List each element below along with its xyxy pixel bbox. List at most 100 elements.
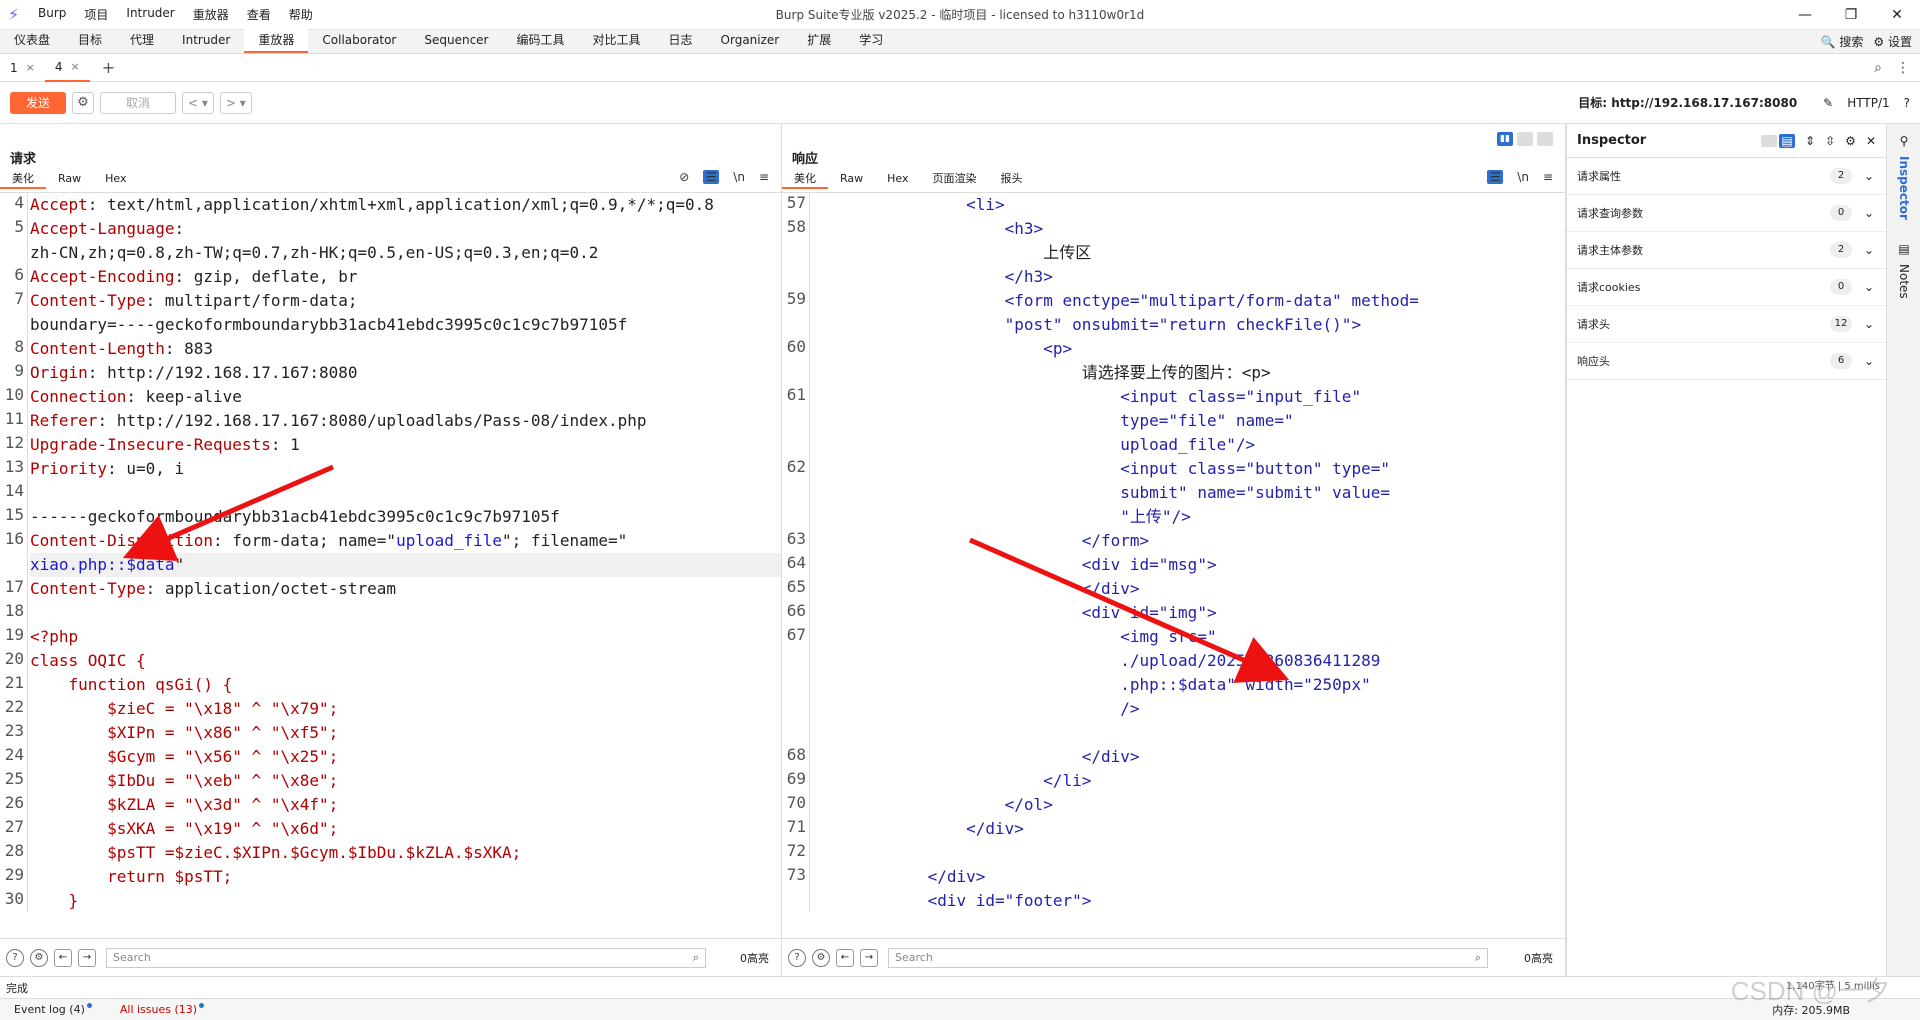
response-line: "post" onsubmit="return checkFile()">: [812, 315, 1362, 334]
pretty-toggle-icon[interactable]: ☰: [1487, 170, 1504, 184]
inspector-section-request-headers[interactable]: 请求头 12 ⌄: [1567, 306, 1886, 343]
menu-help[interactable]: 帮助: [289, 6, 313, 23]
response-line: type="file" name=": [812, 411, 1294, 430]
tab-raw[interactable]: Raw: [828, 169, 875, 189]
menu-project[interactable]: 项目: [84, 6, 108, 23]
notes-strip-tab[interactable]: Notes: [1897, 264, 1911, 299]
prev-match-icon[interactable]: ←: [54, 948, 72, 967]
next-match-icon[interactable]: →: [78, 948, 96, 967]
minimize-button[interactable]: —: [1782, 0, 1828, 30]
tab-pretty[interactable]: 美化: [0, 169, 46, 189]
more-options-icon[interactable]: ⋮: [1896, 60, 1910, 76]
search-input[interactable]: Search ⌕: [888, 947, 1488, 968]
notes-strip-icon[interactable]: ▤: [1887, 242, 1920, 256]
tab-logger[interactable]: 日志: [655, 29, 707, 53]
request-code[interactable]: Accept: text/html,application/xhtml+xml,…: [30, 193, 781, 912]
tab-repeater[interactable]: 重放器: [244, 29, 309, 53]
gear-icon[interactable]: ⚙: [812, 948, 830, 967]
inspector-title: Inspector: [1577, 133, 1647, 148]
section-label: 请求cookies: [1577, 281, 1641, 294]
tab-collaborator[interactable]: Collaborator: [308, 29, 410, 53]
wrap-toggle[interactable]: \n: [1517, 170, 1529, 184]
grid-view-icon[interactable]: ▤: [1779, 133, 1796, 148]
inspector-section-query-params[interactable]: 请求查询参数 0 ⌄: [1567, 195, 1886, 232]
help-icon[interactable]: ?: [788, 948, 806, 967]
tab-hex[interactable]: Hex: [93, 169, 138, 189]
layout-split-icon[interactable]: ▮▮: [1497, 132, 1513, 146]
gear-icon[interactable]: ⚙: [72, 91, 94, 114]
tab-raw[interactable]: Raw: [46, 169, 93, 189]
editor-menu-icon[interactable]: ≡: [759, 170, 769, 184]
edit-target-icon[interactable]: ✎: [1823, 96, 1833, 110]
event-log-link[interactable]: Event log (4): [14, 1003, 92, 1016]
tab-organizer[interactable]: Organizer: [707, 29, 794, 53]
line-number: 29: [4, 865, 24, 884]
header-value: : form-data; name=": [213, 531, 397, 550]
search-icon[interactable]: ⌕: [1874, 60, 1882, 76]
line-number: 25: [4, 769, 24, 788]
tab-pretty[interactable]: 美化: [782, 169, 828, 189]
gear-icon[interactable]: ⚙: [30, 948, 48, 967]
response-code[interactable]: <li> <h3> 上传区 </h3> <form enctype="multi…: [812, 193, 1565, 912]
inspector-section-cookies[interactable]: 请求cookies 0 ⌄: [1567, 269, 1886, 306]
tab-intruder[interactable]: Intruder: [168, 29, 244, 53]
tab-proxy[interactable]: 代理: [116, 29, 168, 53]
prev-match-icon[interactable]: ←: [836, 948, 854, 967]
inspector-section-request-attributes[interactable]: 请求属性 2 ⌄: [1567, 158, 1886, 195]
help-icon[interactable]: ?: [6, 948, 24, 967]
history-back-button[interactable]: < ▾: [182, 91, 214, 114]
send-button[interactable]: 发送: [10, 91, 66, 114]
request-editor[interactable]: 4 5 6 7 8 9 10 11 12 13 14 15 16 17 18 19 20 21 22 23 24 25 26…: [0, 192, 781, 912]
menu-repeater[interactable]: 重放器: [193, 6, 229, 23]
add-tab-button[interactable]: +: [102, 58, 115, 77]
tab-dashboard[interactable]: 仪表盘: [0, 29, 64, 53]
pretty-toggle-icon[interactable]: ☰: [703, 170, 720, 184]
maximize-button[interactable]: ❐: [1828, 0, 1874, 30]
tab-extensions[interactable]: 扩展: [793, 29, 845, 53]
global-settings-button[interactable]: ⚙ 设置: [1873, 33, 1912, 50]
tab-comparer[interactable]: 对比工具: [579, 29, 655, 53]
layout-single-icon[interactable]: [1537, 132, 1553, 146]
history-forward-button[interactable]: > ▾: [219, 91, 252, 114]
header-name: Accept-Language: [30, 219, 175, 238]
repeater-tab-1[interactable]: 1 ×: [0, 54, 45, 82]
search-input[interactable]: Search ⌕: [106, 947, 706, 968]
tab-learn[interactable]: 学习: [845, 29, 897, 53]
list-view-icon[interactable]: [1761, 134, 1778, 147]
hide-nonprintable-icon[interactable]: ⊘: [679, 170, 689, 184]
layout-horizontal-icon[interactable]: [1517, 132, 1533, 146]
tab-decoder[interactable]: 编码工具: [502, 29, 578, 53]
inspector-section-body-params[interactable]: 请求主体参数 2 ⌄: [1567, 232, 1886, 269]
next-match-icon[interactable]: →: [860, 948, 878, 967]
close-icon[interactable]: ✕: [1866, 134, 1876, 148]
global-search-button[interactable]: 🔍 搜索: [1821, 33, 1864, 50]
repeater-tab-4[interactable]: 4 ×: [44, 53, 90, 82]
expand-all-icon[interactable]: ⇕: [1805, 134, 1815, 148]
close-tab-icon[interactable]: ×: [26, 54, 35, 82]
event-bar: Event log (4) All issues (13) 内存: 205.9M…: [0, 998, 1920, 1020]
editor-menu-icon[interactable]: ≡: [1543, 170, 1553, 184]
inspector-strip-icon[interactable]: ⚲: [1887, 134, 1920, 148]
help-icon[interactable]: ?: [1904, 96, 1910, 110]
menu-burp[interactable]: Burp: [38, 6, 66, 23]
response-editor[interactable]: 57 58 59 60 61 62 63 64 65 66 67 68 69 70 71 72 73 <li> …: [782, 192, 1565, 912]
request-line: Content-Type: multipart/form-data;: [30, 289, 781, 313]
close-tab-icon[interactable]: ×: [71, 53, 80, 81]
tab-sequencer[interactable]: Sequencer: [410, 29, 502, 53]
menu-intruder[interactable]: Intruder: [126, 6, 174, 23]
all-issues-link[interactable]: All issues (13): [120, 1003, 205, 1016]
tab-target[interactable]: 目标: [64, 29, 116, 53]
collapse-all-icon[interactable]: ⇳: [1825, 134, 1835, 148]
http-version-select[interactable]: HTTP/1: [1847, 96, 1889, 110]
wrap-toggle[interactable]: \n: [733, 170, 745, 184]
inspector-section-response-headers[interactable]: 响应头 6 ⌄: [1567, 343, 1886, 380]
tab-hex[interactable]: Hex: [875, 169, 920, 189]
cancel-button[interactable]: 取消: [100, 91, 176, 114]
close-window-button[interactable]: ✕: [1874, 0, 1920, 30]
inspector-strip-tab[interactable]: Inspector: [1897, 156, 1911, 220]
tab-headers[interactable]: 报头: [989, 169, 1035, 189]
gear-icon[interactable]: ⚙: [1845, 134, 1856, 148]
line-number: 11: [4, 409, 24, 428]
menu-view[interactable]: 查看: [247, 6, 271, 23]
tab-render[interactable]: 页面渲染: [921, 169, 989, 189]
